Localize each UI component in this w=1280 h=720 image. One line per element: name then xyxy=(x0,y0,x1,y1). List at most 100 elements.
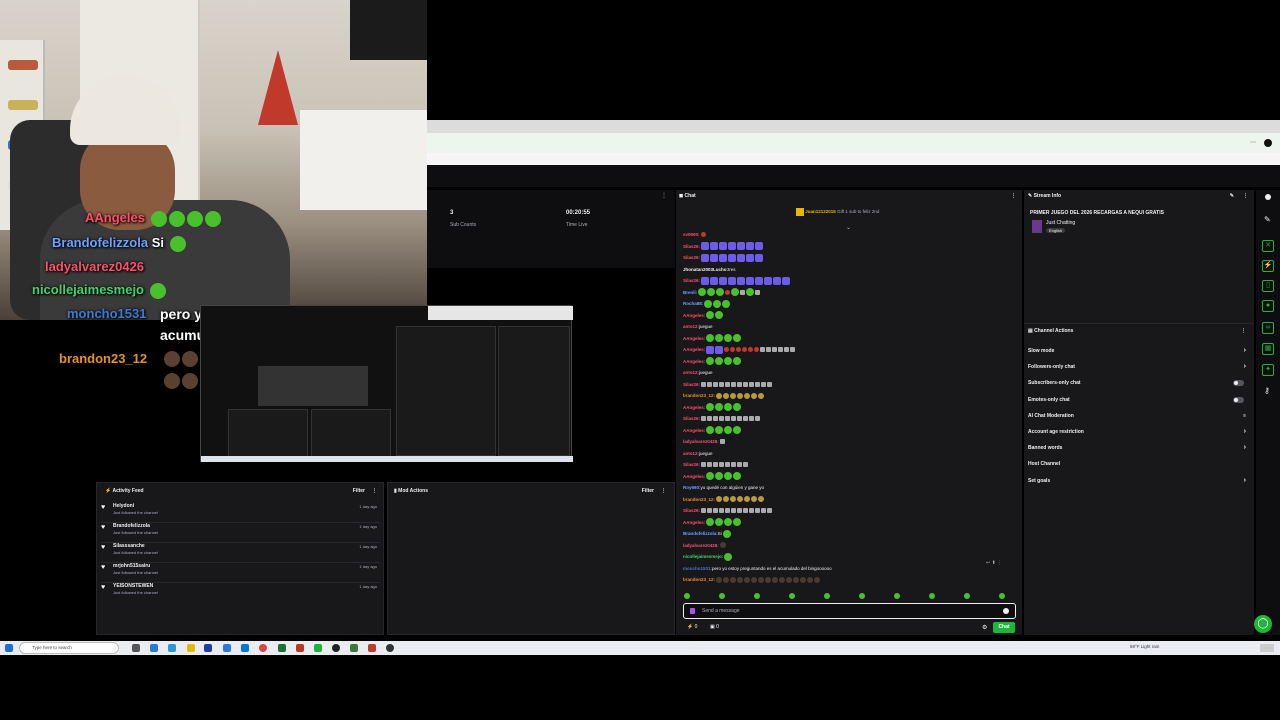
channel-action-item[interactable]: Slow mode › xyxy=(1028,344,1250,358)
chat-username[interactable]: Brenli: xyxy=(683,290,697,295)
chat-username[interactable]: anto12: xyxy=(683,451,699,456)
chat-username[interactable]: Silas26: xyxy=(683,255,700,260)
chat-username[interactable]: nicollejaimesmejo: xyxy=(683,554,723,559)
chat-username[interactable]: Roy660: xyxy=(683,485,701,490)
chat-username[interactable]: brandon23_12: xyxy=(683,577,715,582)
toggle-switch[interactable] xyxy=(1233,380,1244,387)
chrome-icon[interactable] xyxy=(259,644,267,652)
emote-bar-icon[interactable] xyxy=(754,593,760,599)
channel-action-item[interactable]: Banned words › xyxy=(1028,441,1250,455)
emote-bar-icon[interactable] xyxy=(929,593,935,599)
chat-username[interactable]: brandon23_12: xyxy=(683,497,715,502)
profile-icon[interactable] xyxy=(1265,194,1271,200)
store-icon[interactable] xyxy=(204,644,212,652)
channel-action-item[interactable]: Host Channel xyxy=(1028,457,1250,471)
emote-bar-icon[interactable] xyxy=(789,593,795,599)
activity-filter-button[interactable]: Filter xyxy=(353,488,365,494)
emote-bar-icon[interactable] xyxy=(684,593,690,599)
app3-icon[interactable] xyxy=(368,644,376,652)
tool-icon[interactable]: ✦ xyxy=(1262,364,1274,376)
windows-start-icon[interactable] xyxy=(5,644,13,652)
activity-menu-icon[interactable]: ⋮ xyxy=(372,488,377,494)
toggle-switch[interactable] xyxy=(1233,396,1244,403)
stream-tag[interactable]: English xyxy=(1046,228,1066,233)
chat-username[interactable]: AAngeles: xyxy=(683,359,705,364)
link-icon[interactable]: ∞ xyxy=(1262,322,1274,334)
chat-input[interactable]: Send a message xyxy=(683,603,1016,619)
chat-username[interactable]: Silas26: xyxy=(683,244,700,249)
channel-action-item[interactable]: Set goals › xyxy=(1028,474,1250,488)
excel-icon[interactable] xyxy=(278,644,286,652)
app4-icon[interactable] xyxy=(386,644,394,652)
key-icon[interactable]: ⚷ xyxy=(1264,386,1270,395)
chat-username[interactable]: Jhonatan2003Lucho: xyxy=(683,267,728,272)
lightning-icon[interactable]: ⚡ xyxy=(1262,260,1274,272)
emote-bar-icon[interactable] xyxy=(824,593,830,599)
chat-settings-icon[interactable]: ⚙ xyxy=(982,624,987,631)
notification-icon[interactable] xyxy=(1260,644,1274,652)
stream-info-menu-icon[interactable]: ⋮ xyxy=(1243,193,1248,199)
chat-send-button[interactable]: Chat xyxy=(993,622,1015,633)
powerpoint-icon[interactable] xyxy=(296,644,304,652)
message-actions[interactable]: ↩ ⬆ ⋮ xyxy=(986,560,1002,566)
close-icon[interactable]: ✕ xyxy=(1262,240,1274,252)
photos-icon[interactable] xyxy=(223,644,231,652)
chat-username[interactable]: AAngeles: xyxy=(683,428,705,433)
edge-icon[interactable] xyxy=(150,644,158,652)
emote-picker-icon[interactable] xyxy=(1003,608,1009,614)
chat-username[interactable]: ladyalvarez0426: xyxy=(683,543,719,548)
chat-username[interactable]: Silas26: xyxy=(683,462,700,467)
app-icon[interactable] xyxy=(314,644,322,652)
emote-bar-icon[interactable] xyxy=(859,593,865,599)
chat-username[interactable]: anto12: xyxy=(683,324,699,329)
help-chat-button[interactable]: ◯ xyxy=(1254,615,1272,633)
emote-bar-icon[interactable] xyxy=(894,593,900,599)
chat-username[interactable]: sv0600: xyxy=(683,232,700,237)
obs-icon[interactable] xyxy=(332,644,340,652)
task-view-icon[interactable] xyxy=(132,644,140,652)
chat-username[interactable]: Silas26: xyxy=(683,416,700,421)
mod-menu-icon[interactable]: ⋮ xyxy=(661,488,666,494)
chat-username[interactable]: AAngeles: xyxy=(683,336,705,341)
chat-username[interactable]: moncho1531: xyxy=(683,566,712,571)
category-name[interactable]: Just Chatting xyxy=(1046,220,1075,226)
emote-bar-icon[interactable] xyxy=(999,593,1005,599)
chat-username[interactable]: AAngeles: xyxy=(683,313,705,318)
settings-sliders-icon[interactable]: ≡ xyxy=(1243,409,1246,423)
chat-username[interactable]: Silas26: xyxy=(683,278,700,283)
chat-username[interactable]: AAngeles: xyxy=(683,520,705,525)
stats-menu-icon[interactable]: ⋮ xyxy=(661,192,667,199)
channel-action-item[interactable]: Followers-only chat › xyxy=(1028,360,1250,374)
emote-bar-icon[interactable] xyxy=(719,593,725,599)
chat-username[interactable]: ladyalvarez0426: xyxy=(683,439,719,444)
channel-action-item[interactable]: AI Chat Moderation ≡ xyxy=(1028,409,1250,423)
file-explorer-icon[interactable] xyxy=(187,644,195,652)
chat-username[interactable]: Rocha88: xyxy=(683,301,703,306)
chat-username[interactable]: Silas26: xyxy=(683,382,700,387)
emote-bar-icon[interactable] xyxy=(964,593,970,599)
chat-bubble-icon[interactable]: ● xyxy=(1262,300,1274,312)
channel-action-item[interactable]: Account age restriction › xyxy=(1028,425,1250,439)
chat-username[interactable]: AAngeles: xyxy=(683,347,705,352)
weather-widget[interactable]: 58°F Light rain xyxy=(1130,644,1159,649)
channel-action-item[interactable]: Emotes-only chat xyxy=(1028,393,1250,407)
chat-username[interactable]: AAngeles: xyxy=(683,405,705,410)
chat-username[interactable]: Brandofelizzola: xyxy=(683,531,718,536)
chat-username[interactable]: brandon23_12: xyxy=(683,393,715,398)
mod-filter-button[interactable]: Filter xyxy=(642,488,654,494)
chat-username[interactable]: AAngeles: xyxy=(683,474,705,479)
chat-menu-icon[interactable]: ⋮ xyxy=(1011,193,1016,199)
points-display[interactable]: ⚡ 0 xyxy=(687,624,697,630)
channel-actions-menu-icon[interactable]: ⋮ xyxy=(1241,328,1246,334)
edit-icon[interactable]: ✎ xyxy=(1264,215,1271,224)
channel-action-item[interactable]: Subscribers-only chat xyxy=(1028,376,1250,390)
calendar-icon[interactable]: ▦ xyxy=(1262,343,1274,355)
chat-username[interactable]: anto12: xyxy=(683,370,699,375)
edge-alt-icon[interactable] xyxy=(168,644,176,652)
phone-icon[interactable]: ▯ xyxy=(1262,280,1274,292)
mail-icon[interactable] xyxy=(241,644,249,652)
edit-stream-info-icon[interactable]: ✎ xyxy=(1230,193,1234,199)
app2-icon[interactable] xyxy=(350,644,358,652)
taskbar-search[interactable]: Type here to search xyxy=(19,642,119,654)
chat-username[interactable]: Silas26: xyxy=(683,508,700,513)
